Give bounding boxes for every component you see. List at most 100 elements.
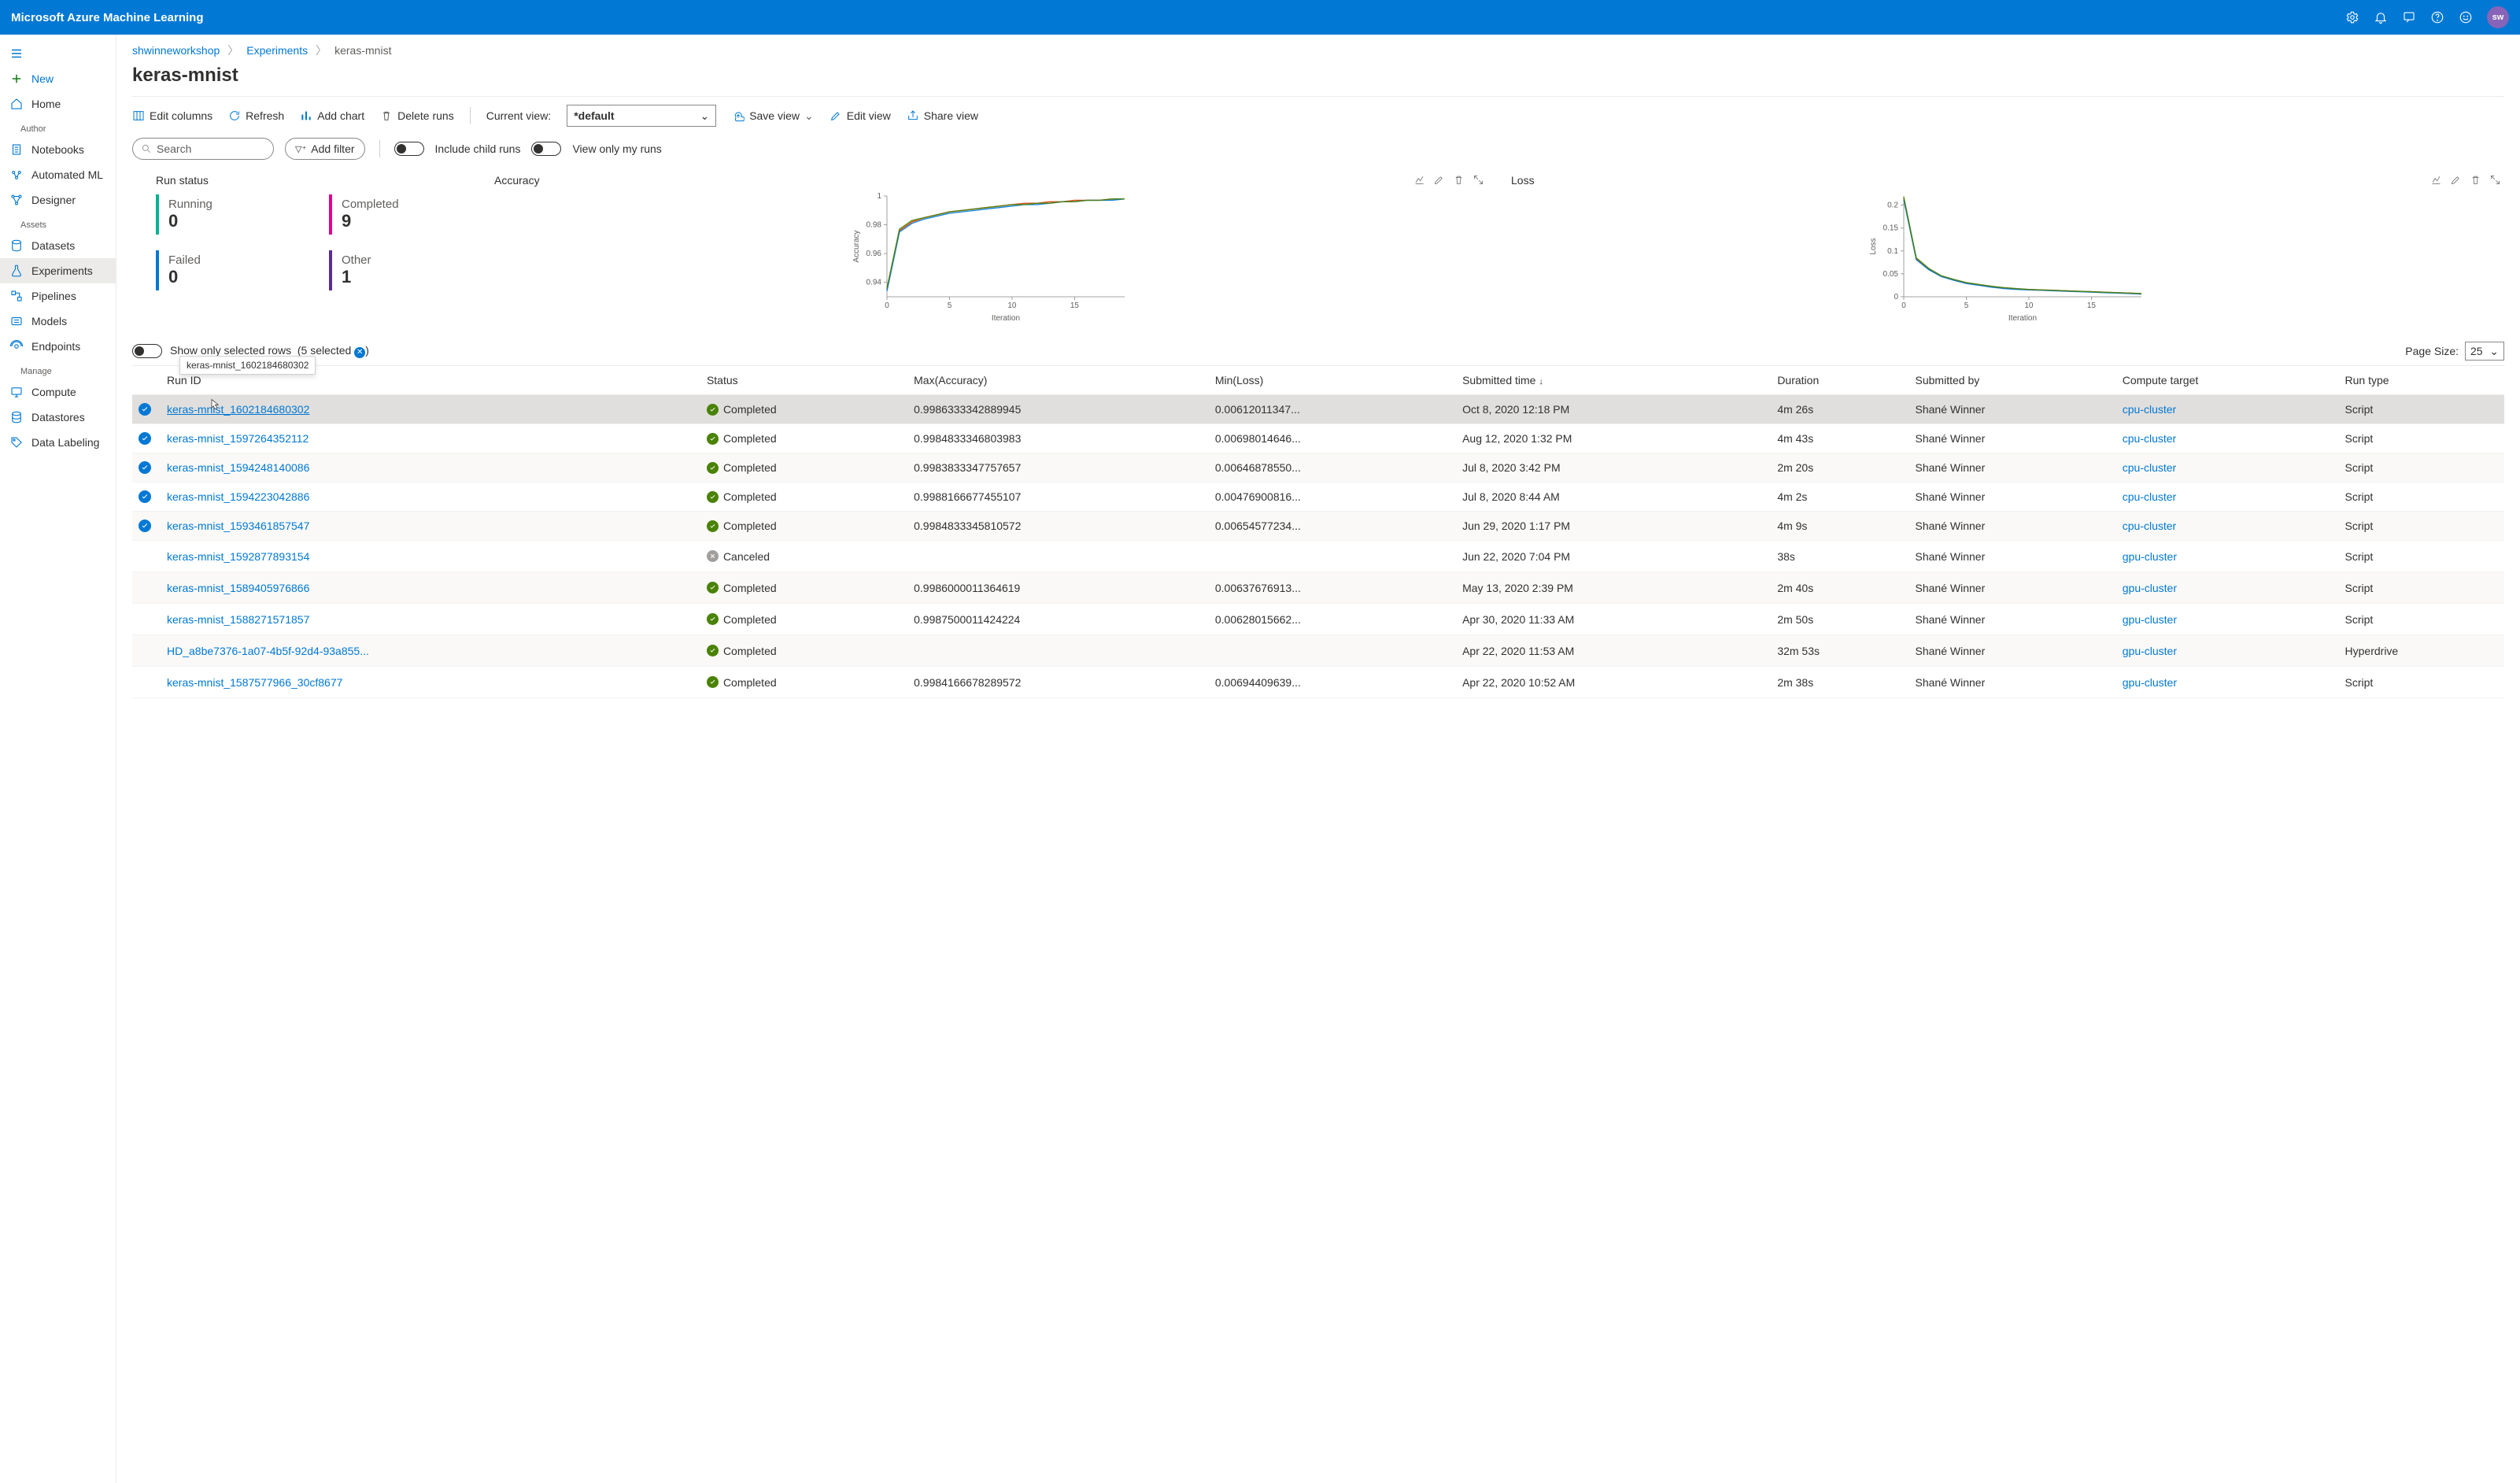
sidebar-item-models[interactable]: Models	[0, 309, 116, 334]
col-duration[interactable]: Duration	[1771, 366, 1908, 395]
compute-target-link[interactable]: gpu-cluster	[2123, 550, 2177, 563]
run-id-link[interactable]: keras-mnist_1594248140086	[167, 461, 309, 474]
add-chart-button[interactable]: Add chart	[300, 109, 364, 122]
clear-selection-button[interactable]: ✕	[354, 347, 365, 358]
sidebar-item-label: New	[31, 72, 54, 85]
breadcrumb-workspace[interactable]: shwinneworkshop	[132, 44, 220, 57]
row-checkbox[interactable]	[139, 490, 151, 503]
sidebar-item-datasets[interactable]: Datasets	[0, 233, 116, 258]
edit-columns-button[interactable]: Edit columns	[132, 109, 212, 122]
run-id-link[interactable]: HD_a8be7376-1a07-4b5f-92d4-93a855...	[167, 645, 369, 657]
row-checkbox[interactable]	[139, 549, 151, 561]
sidebar-item-datastores[interactable]: Datastores	[0, 405, 116, 430]
share-view-button[interactable]: Share view	[907, 109, 978, 122]
sidebar-item-new[interactable]: New	[0, 66, 116, 91]
add-filter-button[interactable]: ▽⁺ Add filter	[285, 138, 365, 160]
row-checkbox[interactable]	[139, 580, 151, 593]
expand-icon[interactable]	[1472, 174, 1484, 186]
run-id-link[interactable]: keras-mnist_1594223042886	[167, 490, 309, 503]
table-row[interactable]: keras-mnist_1589405976866 Completed 0.99…	[132, 572, 2504, 604]
col-run-type[interactable]: Run type	[2339, 366, 2504, 395]
sidebar-item-label: Datastores	[31, 411, 85, 423]
expand-icon[interactable]	[2489, 174, 2501, 186]
col-max-accuracy-[interactable]: Max(Accuracy)	[907, 366, 1209, 395]
col-min-loss-[interactable]: Min(Loss)	[1209, 366, 1456, 395]
smile-icon[interactable]	[2459, 10, 2473, 24]
table-row[interactable]: keras-mnist_1594248140086 Completed 0.99…	[132, 453, 2504, 483]
run-id-link[interactable]: keras-mnist_1587577966_30cf8677	[167, 676, 342, 689]
run-id-link[interactable]: keras-mnist_1588271571857	[167, 613, 309, 626]
chart-line-icon[interactable]	[1413, 174, 1425, 186]
bell-icon[interactable]	[2374, 10, 2388, 24]
sidebar-item-experiments[interactable]: Experiments	[0, 258, 116, 283]
sidebar-item-automated-ml[interactable]: Automated ML	[0, 162, 116, 187]
row-checkbox[interactable]	[139, 403, 151, 416]
refresh-button[interactable]: Refresh	[228, 109, 284, 122]
sidebar-item-data-labeling[interactable]: Data Labeling	[0, 430, 116, 455]
sidebar-item-label: Data Labeling	[31, 436, 99, 449]
chart-line-icon[interactable]	[2430, 174, 2442, 186]
sidebar-item-home[interactable]: Home	[0, 91, 116, 116]
row-checkbox[interactable]	[139, 461, 151, 474]
gear-icon[interactable]	[2345, 10, 2359, 24]
help-icon[interactable]	[2430, 10, 2444, 24]
edit-icon[interactable]	[1433, 174, 1445, 186]
row-checkbox[interactable]	[139, 432, 151, 445]
row-checkbox[interactable]	[139, 643, 151, 656]
trash-icon[interactable]	[1453, 174, 1465, 186]
row-checkbox[interactable]	[139, 675, 151, 687]
table-row[interactable]: keras-mnist_1587577966_30cf8677 Complete…	[132, 667, 2504, 698]
run-id-link[interactable]: keras-mnist_1597264352112	[167, 432, 309, 445]
search-input[interactable]: Search	[132, 138, 274, 160]
row-checkbox[interactable]	[139, 520, 151, 532]
run-id-link[interactable]: keras-mnist_1602184680302	[167, 403, 309, 416]
compute-target-link[interactable]: cpu-cluster	[2123, 403, 2176, 416]
compute-target-link[interactable]: cpu-cluster	[2123, 520, 2176, 532]
sidebar-item-pipelines[interactable]: Pipelines	[0, 283, 116, 309]
col-submitted-by[interactable]: Submitted by	[1909, 366, 2116, 395]
table-row[interactable]: keras-mnist_1592877893154 Canceled Jun 2…	[132, 541, 2504, 572]
compute-target-link[interactable]: gpu-cluster	[2123, 582, 2177, 594]
sidebar-item-compute[interactable]: Compute	[0, 379, 116, 405]
edit-view-button[interactable]: Edit view	[830, 109, 891, 122]
col-run-id[interactable]: Run ID	[161, 366, 700, 395]
compute-target-link[interactable]: gpu-cluster	[2123, 613, 2177, 626]
table-row[interactable]: keras-mnist_1593461857547 Completed 0.99…	[132, 512, 2504, 541]
avatar[interactable]: sw	[2487, 6, 2509, 28]
sidebar-item-designer[interactable]: Designer	[0, 187, 116, 213]
table-row[interactable]: keras-mnist_1594223042886 Completed 0.99…	[132, 483, 2504, 512]
only-mine-toggle[interactable]	[531, 142, 561, 156]
include-child-toggle[interactable]	[394, 142, 424, 156]
delete-runs-button[interactable]: Delete runs	[380, 109, 454, 122]
compute-target-link[interactable]: cpu-cluster	[2123, 461, 2176, 474]
col-status[interactable]: Status	[700, 366, 907, 395]
trash-icon[interactable]	[2470, 174, 2481, 186]
compute-target-link[interactable]: cpu-cluster	[2123, 490, 2176, 503]
save-view-button[interactable]: Save view ⌄	[732, 109, 814, 123]
edit-icon[interactable]	[2450, 174, 2462, 186]
compute-target-link[interactable]: gpu-cluster	[2123, 676, 2177, 689]
run-id-link[interactable]: keras-mnist_1593461857547	[167, 520, 309, 532]
breadcrumb-experiments[interactable]: Experiments	[246, 44, 308, 57]
table-row[interactable]: HD_a8be7376-1a07-4b5f-92d4-93a855... Com…	[132, 635, 2504, 667]
sidebar-hamburger[interactable]	[0, 41, 116, 66]
sidebar-item-notebooks[interactable]: Notebooks	[0, 137, 116, 162]
run-id-link[interactable]: keras-mnist_1589405976866	[167, 582, 309, 594]
cell-accuracy: 0.9986000011364619	[907, 572, 1209, 604]
feedback-icon[interactable]	[2402, 10, 2416, 24]
col-submitted-time[interactable]: Submitted time ↓	[1456, 366, 1771, 395]
compute-target-link[interactable]: cpu-cluster	[2123, 432, 2176, 445]
sidebar-item-endpoints[interactable]: Endpoints	[0, 334, 116, 359]
show-only-selected-toggle[interactable]	[132, 344, 162, 358]
page-size-select[interactable]: 25 ⌄	[2465, 342, 2504, 361]
svg-text:0.96: 0.96	[866, 250, 882, 258]
table-row[interactable]: keras-mnist_1602184680302 Completed 0.99…	[132, 395, 2504, 424]
table-row[interactable]: keras-mnist_1597264352112 Completed 0.99…	[132, 424, 2504, 453]
current-view-select[interactable]: *default ⌄	[567, 105, 716, 127]
sidebar-group-assets: Assets	[0, 213, 116, 233]
run-id-link[interactable]: keras-mnist_1592877893154	[167, 550, 309, 563]
compute-target-link[interactable]: gpu-cluster	[2123, 645, 2177, 657]
col-compute-target[interactable]: Compute target	[2116, 366, 2339, 395]
row-checkbox[interactable]	[139, 612, 151, 624]
table-row[interactable]: keras-mnist_1588271571857 Completed 0.99…	[132, 604, 2504, 635]
